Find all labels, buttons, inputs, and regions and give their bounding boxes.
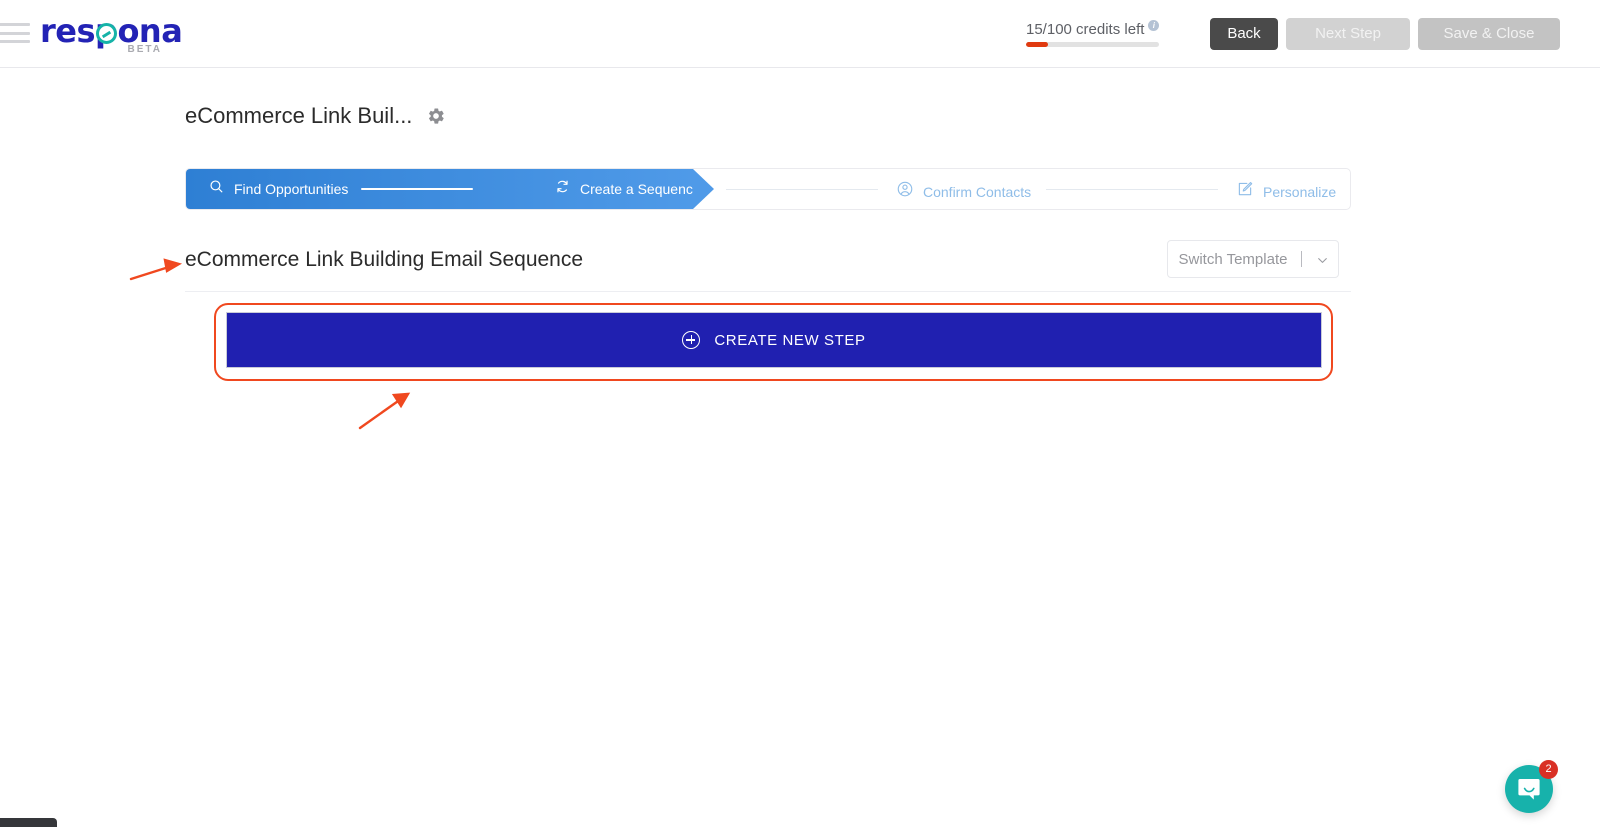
switch-template-label: Switch Template [1178, 250, 1288, 268]
stepper-label: Create a Sequence [580, 181, 701, 197]
browser-status-bar [0, 818, 57, 827]
app-root: respona BETA 15/100 credits lefti Back N… [0, 0, 1600, 827]
stepper-connector-inactive [1046, 189, 1218, 190]
progress-stepper: Find Opportunities Create a Sequence Con… [185, 168, 1351, 210]
stepper-step-personalize[interactable]: Personalize [1236, 180, 1336, 203]
gear-icon[interactable] [426, 106, 446, 126]
stepper-active-segment: Find Opportunities Create a Sequence [186, 169, 714, 209]
info-icon[interactable]: i [1148, 20, 1160, 31]
create-step-container: CREATE NEW STEP [226, 312, 1322, 368]
credits-progress-bar [1026, 42, 1159, 47]
switch-template-dropdown[interactable]: Switch Template [1167, 240, 1339, 278]
refresh-icon [554, 178, 571, 200]
dropdown-divider [1301, 251, 1303, 267]
page-title-row: eCommerce Link Buil... [185, 103, 446, 129]
sequence-header: eCommerce Link Building Email Sequence S… [185, 240, 1351, 292]
logo-mark-icon [96, 23, 117, 44]
credits-text: 15/100 credits left [1026, 21, 1145, 38]
plus-circle-icon [682, 331, 701, 349]
save-and-close-button[interactable]: Save & Close [1418, 18, 1560, 50]
search-icon [208, 178, 225, 200]
stepper-connector-inactive [726, 189, 878, 190]
stepper-label: Personalize [1263, 183, 1337, 200]
stepper-label: Find Opportunities [234, 181, 349, 197]
respona-logo[interactable]: respona BETA [40, 14, 183, 58]
stepper-step-confirm-contacts[interactable]: Confirm Contacts [896, 180, 1031, 203]
chevron-down-icon [1316, 254, 1328, 265]
hamburger-line [0, 40, 30, 43]
stepper-label: Confirm Contacts [923, 183, 1032, 200]
top-bar: respona BETA 15/100 credits lefti Back N… [0, 0, 1600, 68]
next-step-button[interactable]: Next Step [1286, 18, 1410, 50]
hamburger-line [0, 31, 30, 35]
page-title: eCommerce Link Buil... [185, 103, 413, 128]
stepper-step-create-a-sequence[interactable]: Create a Sequence [554, 178, 701, 200]
stepper-step-find-opportunities[interactable]: Find Opportunities [208, 178, 348, 200]
hamburger-menu-icon[interactable] [0, 20, 30, 46]
credits-meter: 15/100 credits left i [1026, 20, 1186, 47]
edit-pencil-icon [1236, 180, 1254, 203]
create-new-step-button[interactable]: CREATE NEW STEP [226, 312, 1322, 368]
back-button[interactable]: Back [1210, 18, 1278, 50]
credits-label: 15/100 credits left i [1026, 20, 1186, 38]
chat-unread-badge: 2 [1539, 760, 1558, 779]
hamburger-line [0, 23, 30, 26]
stepper-connector-active [361, 188, 473, 190]
user-circle-icon [896, 180, 914, 203]
logo-beta-badge: BETA [127, 44, 162, 55]
create-new-step-label: CREATE NEW STEP [714, 331, 866, 349]
sequence-title: eCommerce Link Building Email Sequence [185, 248, 584, 271]
credits-progress-fill [1026, 42, 1048, 47]
